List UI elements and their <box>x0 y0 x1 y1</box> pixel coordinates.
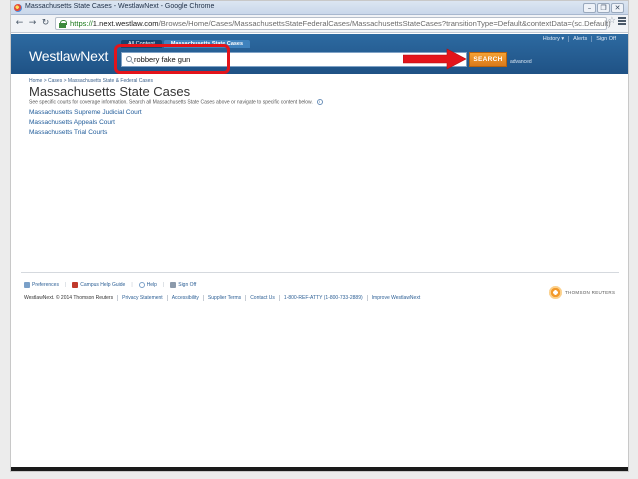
history-link[interactable]: History ▾ <box>539 36 568 42</box>
preferences-link[interactable]: Preferences <box>24 282 59 288</box>
close-icon[interactable]: ✕ <box>611 3 624 13</box>
sign-off-link[interactable]: Sign Off <box>591 36 620 42</box>
help-link[interactable]: Help <box>138 282 157 288</box>
minimize-icon[interactable]: – <box>583 3 596 13</box>
court-link-appeals[interactable]: Massachusetts Appeals Court <box>29 119 115 126</box>
court-link-trial[interactable]: Massachusetts Trial Courts <box>29 129 107 136</box>
slide-bottom-band <box>11 467 628 471</box>
footer-sign-off-link[interactable]: Sign Off <box>170 282 196 288</box>
sign-off-icon <box>170 282 177 288</box>
bookmark-star-icon[interactable]: ☆ <box>608 16 616 26</box>
westlaw-header: WestlawNext History ▾ Alerts Sign Off Al… <box>11 34 628 74</box>
browser-titlebar: Massachusetts State Cases - WestlawNext … <box>11 1 628 15</box>
chrome-menu-icon[interactable] <box>618 17 626 25</box>
slide-frame: Massachusetts State Cases - WestlawNext … <box>10 0 629 472</box>
restore-icon[interactable]: ❐ <box>597 3 610 13</box>
accessibility-link[interactable]: Accessibility <box>166 295 203 301</box>
thomson-reuters-icon <box>549 286 562 299</box>
contact-us-link[interactable]: Contact Us <box>245 295 279 301</box>
url-field[interactable]: https://1.next.westlaw.com/Browse/Home/C… <box>55 17 611 30</box>
advanced-search-link[interactable]: advanced <box>510 59 532 65</box>
red-arrow-icon <box>403 48 467 70</box>
improve-westlawnext-link[interactable]: Improve WestlawNext <box>366 295 425 301</box>
address-bar: ← → ↻ https://1.next.westlaw.com/Browse/… <box>11 15 628 33</box>
phone-number: 1-800-REF-ATTY (1-800-733-2889) <box>278 295 367 301</box>
footer-bottom-row: WestlawNext. © 2014 Thomson Reuters Priv… <box>24 295 424 301</box>
forward-icon[interactable]: → <box>27 18 38 29</box>
intro-text: See specific courts for coverage informa… <box>29 99 323 105</box>
utility-links: History ▾ Alerts Sign Off <box>539 36 620 42</box>
info-icon[interactable]: i <box>316 99 323 105</box>
reload-icon[interactable]: ↻ <box>40 18 51 29</box>
footer-links: Preferences | Campus Help Guide | Help |… <box>24 282 202 288</box>
alerts-link[interactable]: Alerts <box>568 36 591 42</box>
search-highlight-box <box>114 44 230 74</box>
preferences-icon <box>24 282 30 288</box>
campus-help-guide-link[interactable]: Campus Help Guide <box>72 282 125 288</box>
lock-icon <box>59 20 67 28</box>
supplier-terms-link[interactable]: Supplier Terms <box>202 295 245 301</box>
copyright-text: WestlawNext. © 2014 Thomson Reuters <box>24 295 114 301</box>
chrome-icon <box>14 4 22 12</box>
window-title: Massachusetts State Cases - WestlawNext … <box>25 3 215 10</box>
window-controls: – ❐ ✕ <box>582 3 624 13</box>
westlaw-logo[interactable]: WestlawNext <box>29 48 108 64</box>
search-button[interactable]: SEARCH <box>469 52 507 67</box>
court-link-supreme-judicial[interactable]: Massachusetts Supreme Judicial Court <box>29 109 142 116</box>
thomson-reuters-text: THOMSON REUTERS <box>565 290 616 295</box>
help-icon <box>138 282 145 288</box>
url-text: https://1.next.westlaw.com/Browse/Home/C… <box>70 19 611 28</box>
privacy-statement-link[interactable]: Privacy Statement <box>117 295 167 301</box>
page-title: Massachusetts State Cases <box>29 84 191 99</box>
footer-divider <box>21 272 619 273</box>
thomson-reuters-logo: THOMSON REUTERS <box>549 286 615 299</box>
back-icon[interactable]: ← <box>14 18 25 29</box>
help-guide-icon <box>72 282 79 288</box>
